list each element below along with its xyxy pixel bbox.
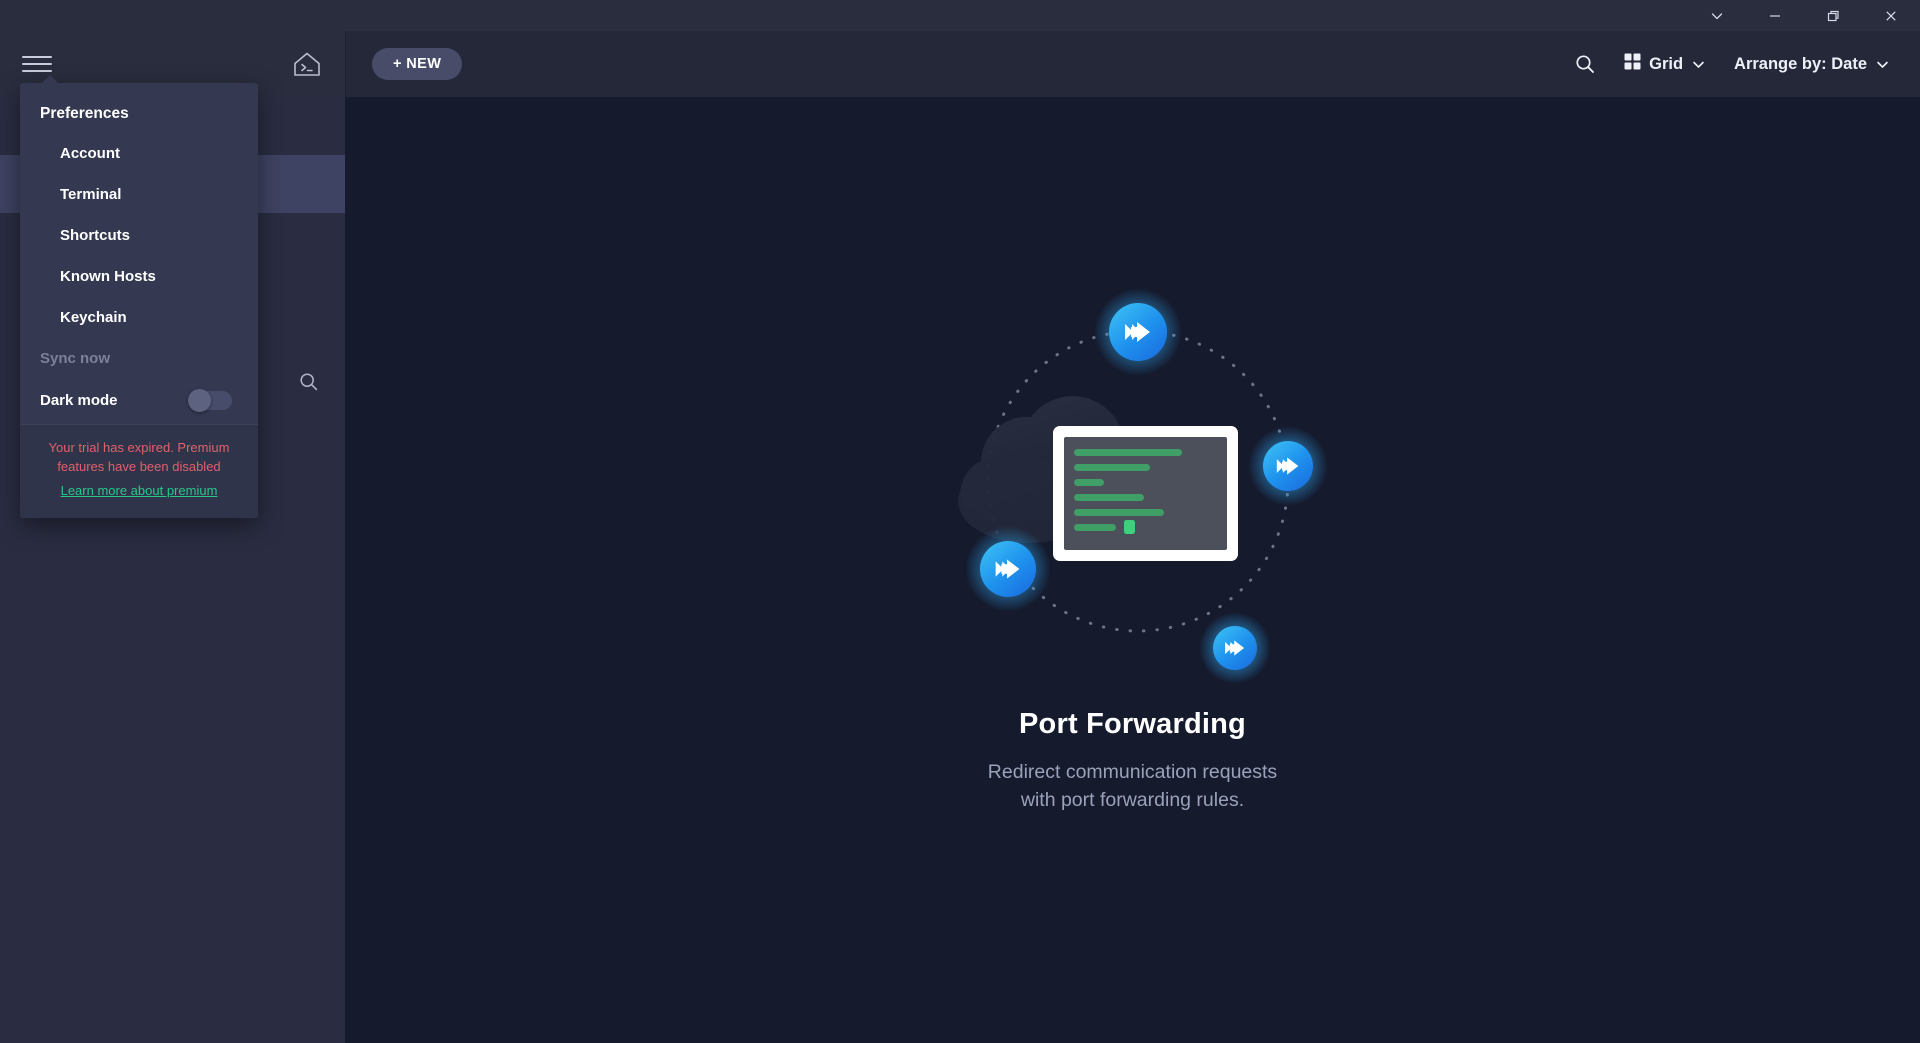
maximize-icon[interactable] xyxy=(1804,0,1862,31)
menu-item-terminal[interactable]: Terminal xyxy=(20,174,258,215)
page-subtitle: Redirect communication requests with por… xyxy=(988,759,1277,814)
menu-item-account[interactable]: Account xyxy=(20,133,258,174)
trial-expired-notice: Your trial has expired. Premium features… xyxy=(20,424,258,518)
sidebar-search-icon[interactable] xyxy=(292,365,326,399)
view-mode-dropdown[interactable]: Grid xyxy=(1620,49,1710,79)
fast-forward-icon xyxy=(1247,425,1328,506)
main-content: Port Forwarding Redirect communication r… xyxy=(345,97,1920,1043)
preferences-menu-title: Preferences xyxy=(40,105,129,122)
toolbar-right: + NEW Grid Arrange by: Date xyxy=(346,31,1920,97)
empty-state: Port Forwarding Redirect communication r… xyxy=(773,286,1493,814)
dark-mode-toggle-knob xyxy=(188,389,211,412)
chevron-down-icon[interactable] xyxy=(1688,0,1746,31)
trial-message-line2: features have been disabled xyxy=(57,458,221,474)
page-subtitle-line2: with port forwarding rules. xyxy=(1020,788,1245,811)
hamburger-icon[interactable] xyxy=(22,53,52,75)
port-forwarding-illustration xyxy=(853,286,1413,686)
arrange-by-dropdown[interactable]: Arrange by: Date xyxy=(1730,51,1894,78)
page-title: Port Forwarding xyxy=(1019,707,1246,740)
fast-forward-icon xyxy=(1093,287,1182,376)
chevron-down-icon xyxy=(1875,57,1890,72)
page-subtitle-line1: Redirect communication requests xyxy=(987,760,1278,783)
title-bar xyxy=(0,0,1920,31)
menu-item-sync-now: Sync now xyxy=(40,350,111,367)
menu-item-shortcuts[interactable]: Shortcuts xyxy=(20,215,258,256)
menu-item-keychain[interactable]: Keychain xyxy=(20,297,258,338)
body: Port Forwarding Redirect communication r… xyxy=(0,97,1920,1043)
chevron-down-icon xyxy=(1691,57,1706,72)
close-icon[interactable] xyxy=(1862,0,1920,31)
window-controls xyxy=(1688,0,1920,31)
terminal-window xyxy=(1052,425,1238,561)
toolbar-tools: Grid Arrange by: Date xyxy=(1570,49,1894,79)
app-window: + NEW Grid Arrange by: Date Port Forward… xyxy=(0,0,1920,1043)
dark-mode-row[interactable]: Dark mode xyxy=(20,379,258,424)
menu-item-known-hosts[interactable]: Known Hosts xyxy=(20,256,258,297)
preferences-menu: Preferences Account Terminal Shortcuts K… xyxy=(20,75,258,518)
grid-icon xyxy=(1624,53,1641,75)
learn-more-premium-link[interactable]: Learn more about premium xyxy=(61,483,218,498)
trial-message: Your trial has expired. Premium features… xyxy=(36,439,242,477)
arrange-by-label: Arrange by: Date xyxy=(1734,54,1867,73)
view-mode-label: Grid xyxy=(1649,54,1684,73)
fast-forward-icon xyxy=(1198,611,1271,684)
fast-forward-icon xyxy=(964,525,1051,612)
title-bar-drag-region[interactable] xyxy=(0,0,1688,31)
dark-mode-label: Dark mode xyxy=(40,392,118,409)
search-icon[interactable] xyxy=(1570,49,1600,79)
new-button[interactable]: + NEW xyxy=(372,48,463,80)
dark-mode-toggle[interactable] xyxy=(188,389,232,412)
toolbar: + NEW Grid Arrange by: Date xyxy=(0,31,1920,97)
minimize-icon[interactable] xyxy=(1746,0,1804,31)
trial-message-line1: Your trial has expired. Premium xyxy=(48,440,230,455)
home-terminal-icon[interactable] xyxy=(285,44,329,84)
